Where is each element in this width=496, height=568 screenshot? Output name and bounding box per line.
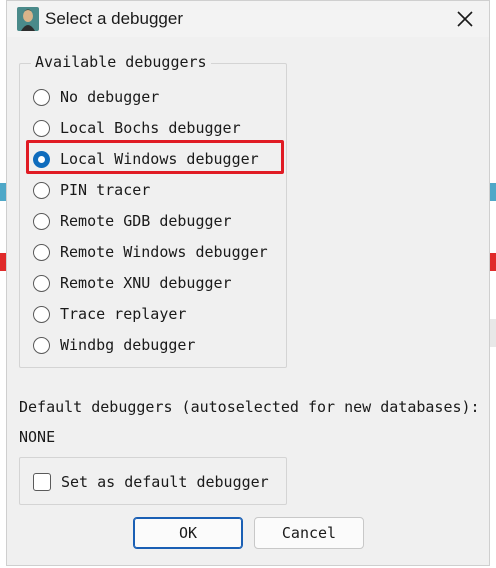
radio-button-selected[interactable]: [33, 150, 50, 168]
ida-app-icon: [17, 7, 39, 31]
debugger-option[interactable]: Local Bochs debugger: [33, 116, 241, 140]
debugger-option-label: No debugger: [60, 88, 160, 106]
group-legend: Available debuggers: [31, 53, 211, 71]
title-bar: Select a debugger: [7, 1, 489, 37]
debugger-option[interactable]: Trace replayer: [33, 302, 186, 326]
window-title: Select a debugger: [45, 9, 183, 28]
debugger-option-label: Remote Windows debugger: [60, 243, 268, 261]
close-icon[interactable]: [455, 9, 475, 29]
debugger-option-label: Windbg debugger: [60, 336, 196, 354]
debugger-option[interactable]: Remote XNU debugger: [33, 271, 232, 295]
radio-button[interactable]: [33, 119, 50, 137]
debugger-option-label: Local Bochs debugger: [60, 119, 241, 137]
radio-button[interactable]: [33, 88, 50, 106]
debugger-option[interactable]: No debugger: [33, 85, 159, 109]
background-app-strip: [490, 183, 496, 201]
background-app-strip: [490, 253, 496, 271]
radio-button[interactable]: [33, 336, 50, 354]
ok-button-label: OK: [178, 524, 198, 542]
set-default-label: Set as default debugger: [61, 473, 269, 491]
cancel-button[interactable]: Cancel: [254, 517, 364, 549]
debugger-option[interactable]: Local Windows debugger: [33, 147, 259, 171]
set-default-checkbox[interactable]: [33, 473, 51, 491]
set-default-checkbox-row[interactable]: Set as default debugger: [33, 470, 269, 494]
radio-button[interactable]: [33, 243, 50, 261]
default-debuggers-value: NONE: [19, 428, 56, 446]
cancel-button-label: Cancel: [281, 524, 337, 542]
radio-button[interactable]: [33, 212, 50, 230]
ok-button[interactable]: OK: [133, 517, 243, 549]
debugger-option-label: PIN tracer: [60, 181, 151, 199]
debugger-option-label: Trace replayer: [60, 305, 187, 323]
debugger-option[interactable]: Remote GDB debugger: [33, 209, 232, 233]
debugger-option-label: Remote GDB debugger: [60, 212, 232, 230]
debugger-option[interactable]: Windbg debugger: [33, 333, 195, 357]
default-debuggers-label: Default debuggers (autoselected for new …: [19, 398, 480, 416]
background-app-strip: [490, 319, 496, 347]
select-debugger-dialog: Select a debugger Available debuggers No…: [6, 0, 490, 566]
debugger-option[interactable]: PIN tracer: [33, 178, 150, 202]
radio-button[interactable]: [33, 305, 50, 323]
debugger-option-label: Local Windows debugger: [60, 150, 259, 168]
radio-button[interactable]: [33, 274, 50, 292]
debugger-option[interactable]: Remote Windows debugger: [33, 240, 268, 264]
debugger-option-label: Remote XNU debugger: [60, 274, 232, 292]
radio-button[interactable]: [33, 181, 50, 199]
